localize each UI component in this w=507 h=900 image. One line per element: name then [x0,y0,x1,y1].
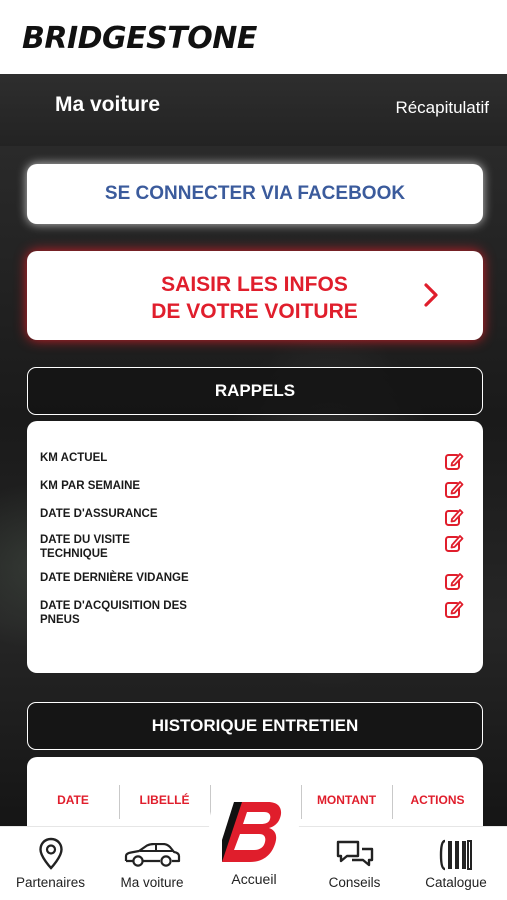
nav-bar: Ma voiture Récapitulatif [0,74,507,146]
edit-icon[interactable] [444,599,464,619]
chat-bubbles-icon [336,840,373,867]
car-info-line2: DE VOTRE VOITURE [151,300,358,323]
edit-icon[interactable] [444,479,464,499]
rappel-label: DATE DERNIÈRE VIDANGE [40,572,189,584]
chevron-right-icon [424,283,438,307]
tab-label: Partenaires [15,875,86,890]
tab-conseils[interactable]: Conseils [304,827,405,900]
location-pin-icon [38,837,63,870]
page-title: Ma voiture [55,93,161,116]
column-header-actions[interactable]: ACTIONS [392,793,483,807]
rappels-card: KM ACTUEL KM PAR SEMAINE DATE D'ASSURANC… [27,421,483,673]
column-header-montant[interactable]: MONTANT [301,793,392,807]
car-info-button[interactable]: SAISIR LES INFOS DE VOTRE VOITURE [27,251,483,340]
rappel-label: KM PAR SEMAINE [40,480,141,492]
edit-icon[interactable] [444,507,464,527]
tab-label: Catalogue [425,875,487,890]
tire-catalogue-icon [439,839,472,871]
car-info-line1: SAISIR LES INFOS [161,273,348,296]
rappel-label: DATE DU VISITE TECHNIQUE [40,534,130,560]
facebook-login-label: SE CONNECTER VIA FACEBOOK [104,183,406,204]
tab-label: Conseils [328,875,381,890]
top-brand-bar: BRIDGESTONE [0,0,507,74]
brand-wordmark: BRIDGESTONE [22,20,257,56]
recap-link[interactable]: Récapitulatif [395,98,489,118]
tab-label: Ma voiture [120,875,184,890]
historique-title: HISTORIQUE ENTRETIEN [151,716,359,735]
tab-catalogue[interactable]: Catalogue [405,827,507,900]
tab-partenaires[interactable]: Partenaires [0,827,101,900]
edit-icon[interactable] [444,533,464,553]
edit-icon[interactable] [444,451,464,471]
tab-ma-voiture[interactable]: Ma voiture [101,827,203,900]
tab-label: Accueil [231,871,277,887]
bridgestone-logo: BRIDGESTONE [22,20,257,56]
edit-icon[interactable] [444,571,464,591]
historique-header[interactable]: HISTORIQUE ENTRETIEN [27,702,483,750]
car-info-label: SAISIR LES INFOS DE VOTRE VOITURE [127,271,382,325]
rappel-label: KM ACTUEL [40,452,108,464]
column-header-libelle[interactable]: LIBELLÉ [119,793,210,807]
column-header-date[interactable]: DATE [27,793,119,807]
rappel-label: DATE D'ASSURANCE [40,508,158,520]
bridgestone-b-icon[interactable] [220,800,286,864]
facebook-login-button[interactable]: SE CONNECTER VIA FACEBOOK [27,164,483,224]
car-icon [124,843,181,867]
rappel-label: DATE D'ACQUISITION DES PNEUS [40,600,187,626]
rappels-header[interactable]: RAPPELS [27,367,483,415]
rappels-title: RAPPELS [214,381,296,400]
